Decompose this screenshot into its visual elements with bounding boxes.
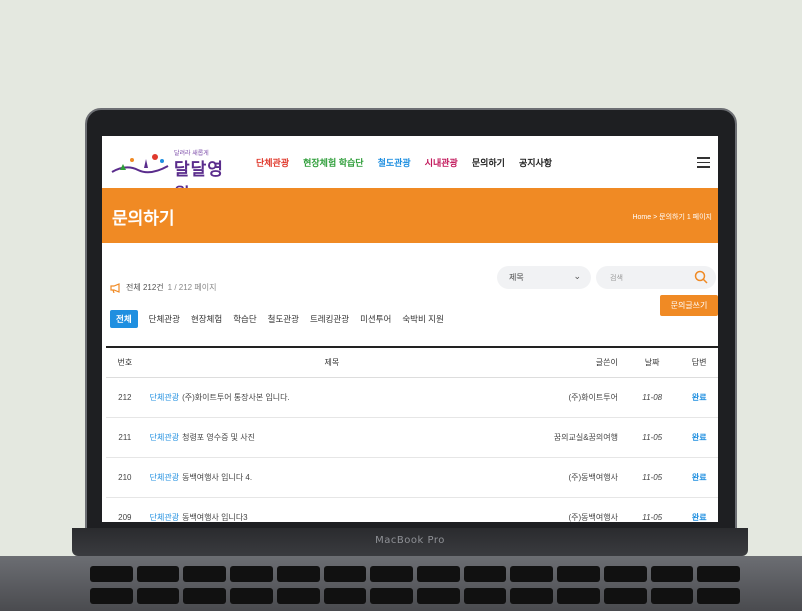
tab-all[interactable]: 전체: [110, 310, 138, 328]
header-answer: 답변: [691, 358, 707, 367]
breadcrumb: Home > 문의하기 1 페이지: [632, 214, 712, 221]
row-category: 단체관광: [149, 473, 180, 482]
nav-item-city-tour[interactable]: 시내관광: [425, 156, 458, 169]
row-answer-status: 완료: [691, 513, 707, 522]
row-title-text: 동백여행사 입니다3: [182, 513, 248, 522]
header-no: 번호: [117, 358, 133, 367]
page-title: 문의하기: [112, 209, 175, 228]
row-title-text: (주)화이트투어 통장사본 입니다.: [182, 393, 290, 402]
keyboard-row: [90, 566, 740, 582]
tab-mission-tour[interactable]: 미션투어: [360, 313, 391, 325]
header-author: 글쓴이: [595, 358, 618, 367]
select-value: 제목: [509, 273, 524, 282]
write-inquiry-button[interactable]: 문의글쓰기: [660, 295, 718, 316]
row-author: (주)동백여행사: [568, 513, 618, 522]
browser-screen: 달려라 새롭게 달달영월 단체관광 현장체험 학습단 철도관광 시내관광 문의하…: [102, 136, 718, 522]
row-title-text: 동백여행사 입니다 4.: [182, 473, 253, 482]
main-nav: 단체관광 현장체험 학습단 철도관광 시내관광 문의하기 공지사항: [256, 156, 552, 169]
page-banner: 문의하기 Home > 문의하기 1 페이지: [102, 188, 718, 243]
row-date: 11-05: [642, 473, 663, 482]
nav-item-notice[interactable]: 공지사항: [519, 156, 552, 169]
megaphone-icon: [110, 282, 120, 293]
search-input[interactable]: 검색: [596, 266, 716, 289]
hamburger-menu-icon[interactable]: [697, 157, 710, 168]
row-date: 11-05: [642, 513, 663, 522]
nav-item-rail-tour[interactable]: 철도관광: [378, 156, 411, 169]
laptop-chin: MacBook Pro: [72, 528, 748, 556]
row-title[interactable]: 단체관광 동백여행사 입니다 4.: [144, 472, 521, 483]
tab-trekking[interactable]: 트레킹관광: [310, 313, 349, 325]
row-answer-status: 완료: [691, 433, 707, 442]
post-count: 전체 212건 1 / 212 페이지: [110, 282, 216, 293]
header-title: 제목: [324, 358, 340, 367]
row-title[interactable]: 단체관광 (주)화이트투어 통장사본 입니다.: [144, 392, 521, 403]
row-date: 11-05: [642, 433, 663, 442]
row-title[interactable]: 단체관광 동백여행사 입니다3: [144, 512, 521, 522]
row-title-text: 청령포 영수증 및 사진: [182, 433, 255, 442]
laptop-brand: MacBook Pro: [375, 535, 445, 546]
site-logo[interactable]: 달려라 새롭게 달달영월: [110, 148, 232, 204]
row-date: 11-08: [642, 393, 663, 402]
row-no: 212: [118, 393, 132, 402]
row-no: 210: [118, 473, 132, 482]
row-author: (주)화이트투어: [568, 393, 618, 402]
tab-rail-tour[interactable]: 철도관광: [268, 313, 299, 325]
row-author: 꿈의교실&꿈의여행: [553, 433, 618, 442]
chevron-down-icon: ⌄: [573, 271, 581, 281]
page-info: 1 / 212 페이지: [167, 283, 217, 292]
row-category: 단체관광: [149, 513, 180, 522]
nav-item-inquiry[interactable]: 문의하기: [472, 156, 505, 169]
tab-study-group[interactable]: 학습단: [233, 313, 256, 325]
inquiry-table: 번호 제목 글쓴이 날짜 답변 212 단체관광 (주)화이트투어 통장사본 입니…: [106, 346, 718, 522]
search-icon[interactable]: [694, 270, 708, 284]
logo-illustration-icon: [111, 154, 169, 174]
total-count: 전체 212건: [126, 283, 164, 292]
site-header: 달려라 새롭게 달달영월 단체관광 현장체험 학습단 철도관광 시내관광 문의하…: [102, 136, 718, 204]
row-answer-status: 완료: [691, 473, 707, 482]
tab-group-tour[interactable]: 단체관광: [149, 313, 180, 325]
row-no: 209: [118, 513, 132, 522]
header-date: 날짜: [644, 358, 660, 367]
table-row[interactable]: 211 단체관광 청령포 영수증 및 사진 꿈의교실&꿈의여행 11-05 완료: [106, 418, 718, 458]
table-header: 번호 제목 글쓴이 날짜 답변: [106, 346, 718, 378]
row-answer-status: 완료: [691, 393, 707, 402]
nav-item-field-trip[interactable]: 현장체험 학습단: [303, 156, 363, 169]
row-title[interactable]: 단체관광 청령포 영수증 및 사진: [144, 432, 521, 443]
row-no: 211: [118, 433, 132, 442]
tab-field-trip[interactable]: 현장체험: [191, 313, 222, 325]
keyboard-row: [90, 588, 740, 604]
row-category: 단체관광: [149, 433, 180, 442]
table-row[interactable]: 209 단체관광 동백여행사 입니다3 (주)동백여행사 11-05 완료: [106, 498, 718, 522]
nav-item-group-tour[interactable]: 단체관광: [256, 156, 289, 169]
category-tabs: 전체 단체관광 현장체험 학습단 철도관광 트레킹관광 미션투어 숙박비 지원: [110, 310, 444, 328]
search-placeholder: 검색: [610, 275, 623, 282]
table-row[interactable]: 210 단체관광 동백여행사 입니다 4. (주)동백여행사 11-05 완료: [106, 458, 718, 498]
search-field-select[interactable]: 제목 ⌄: [497, 266, 591, 289]
table-row[interactable]: 212 단체관광 (주)화이트투어 통장사본 입니다. (주)화이트투어 11-0…: [106, 378, 718, 418]
tab-lodging-support[interactable]: 숙박비 지원: [402, 313, 443, 325]
row-category: 단체관광: [149, 393, 180, 402]
row-author: (주)동백여행사: [568, 473, 618, 482]
